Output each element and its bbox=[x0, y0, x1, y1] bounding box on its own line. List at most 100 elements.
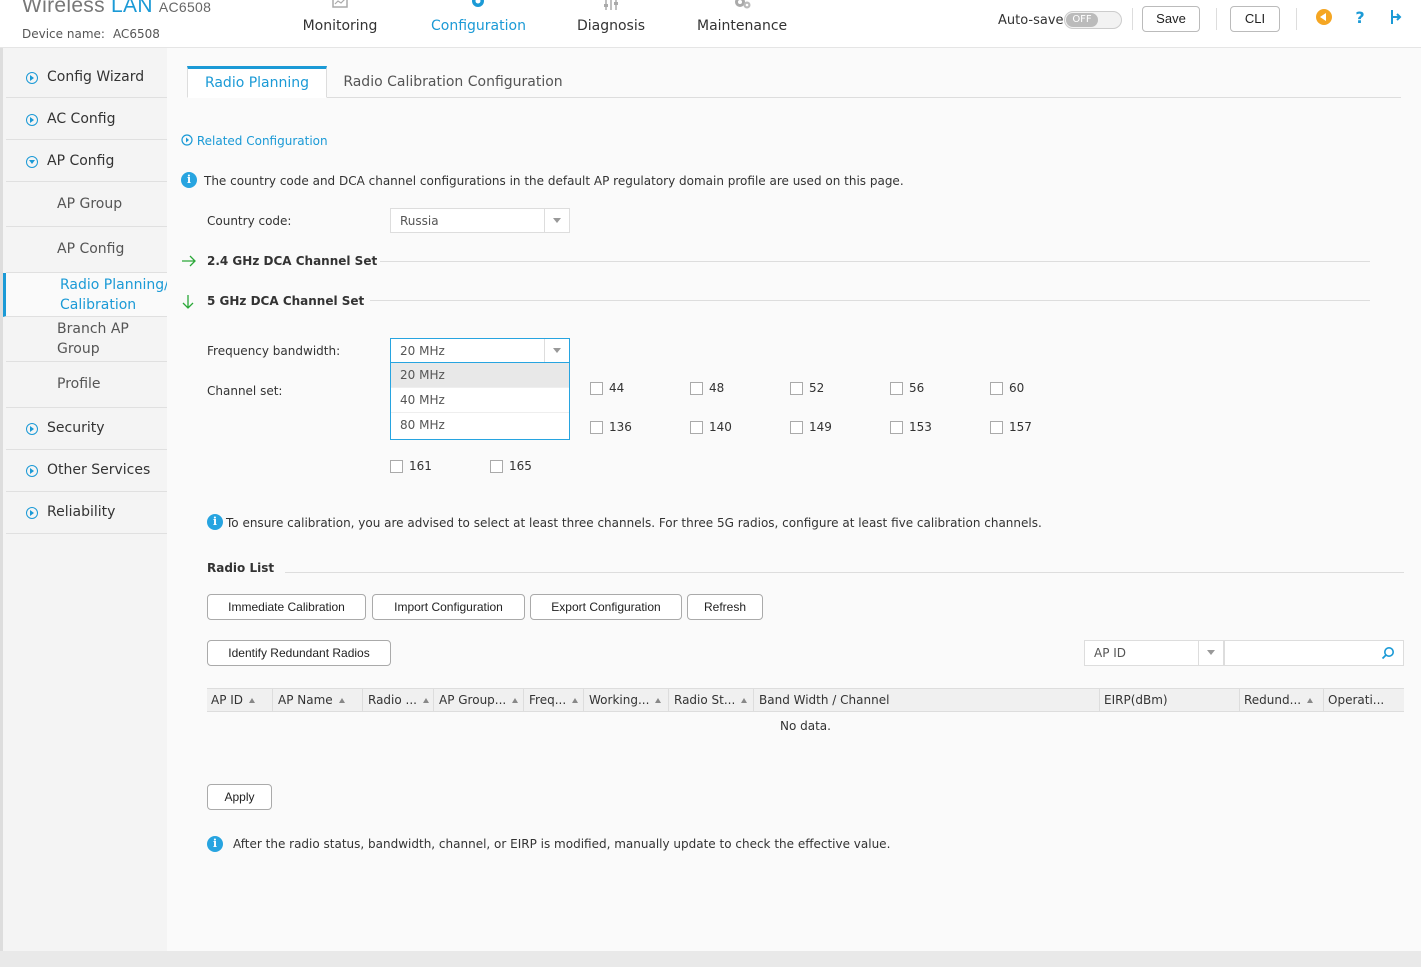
top-header: Wireless LAN AC6508 Device name: AC6508 Mo… bbox=[0, 0, 1421, 48]
save-button[interactable]: Save bbox=[1142, 6, 1200, 32]
related-configuration-link[interactable]: Related Configuration bbox=[181, 134, 328, 148]
expand-circle-icon bbox=[181, 134, 193, 146]
nav-diagnosis[interactable]: Diagnosis bbox=[575, 0, 647, 44]
sidebar-subitem-profile[interactable]: Profile bbox=[6, 362, 170, 408]
export-configuration-button[interactable]: Export Configuration bbox=[530, 594, 682, 620]
column-header[interactable]: Radio St... bbox=[670, 689, 754, 711]
expand-circle-icon bbox=[26, 465, 38, 477]
sort-icon bbox=[249, 698, 256, 703]
sidebar-subitem-branch-ap-group[interactable]: Branch AP Group bbox=[6, 317, 170, 362]
sort-icon bbox=[741, 698, 748, 703]
logout-icon[interactable] bbox=[1386, 8, 1406, 28]
column-header[interactable]: Radio ... bbox=[364, 689, 434, 711]
chevron-down-icon bbox=[544, 339, 569, 362]
collapse-circle-icon bbox=[26, 156, 38, 168]
nav-configuration[interactable]: Configuration bbox=[431, 0, 526, 44]
info-icon: i bbox=[207, 836, 223, 852]
monitor-icon bbox=[332, 0, 348, 8]
autosave-toggle[interactable]: OFF bbox=[1064, 11, 1122, 29]
column-header[interactable]: AP Name bbox=[274, 689, 363, 711]
chevron-down-icon bbox=[544, 209, 569, 232]
help-icon[interactable]: ? bbox=[1350, 8, 1370, 28]
info-icon: i bbox=[207, 514, 223, 530]
sidebar-item-config-wizard[interactable]: Config Wizard bbox=[6, 48, 170, 98]
column-header[interactable]: AP Group... bbox=[435, 689, 524, 711]
column-header[interactable]: AP ID bbox=[207, 689, 273, 711]
refresh-button[interactable]: Refresh bbox=[687, 594, 763, 620]
sidebar-item-other-services[interactable]: Other Services bbox=[6, 450, 170, 492]
sidebar-item-ap-config[interactable]: AP Config bbox=[6, 140, 170, 182]
sliders-icon bbox=[604, 0, 618, 10]
table-empty-message: No data. bbox=[780, 719, 831, 733]
frequency-bandwidth-select[interactable]: 20 MHz bbox=[390, 338, 570, 363]
bandwidth-option[interactable]: 80 MHz bbox=[391, 413, 569, 438]
arrow-down-icon[interactable] bbox=[182, 294, 194, 310]
model-name: AC6508 bbox=[158, 0, 212, 15]
sort-icon bbox=[512, 698, 519, 703]
radio-list-title: Radio List bbox=[207, 561, 275, 575]
nav-maintenance[interactable]: Maintenance bbox=[697, 0, 787, 44]
notification-icon[interactable] bbox=[1314, 8, 1334, 28]
section-divider bbox=[370, 300, 1370, 301]
main-content: Radio Planning Radio Calibration Configu… bbox=[167, 48, 1421, 951]
section-2-4ghz-dca[interactable]: 2.4 GHz DCA Channel Set bbox=[207, 254, 377, 268]
country-code-label: Country code: bbox=[207, 214, 292, 228]
sidebar-subitem-ap-group[interactable]: AP Group bbox=[6, 182, 170, 227]
device-name: Device name: AC6508 bbox=[22, 27, 160, 41]
column-header[interactable]: EIRP(dBm) bbox=[1100, 689, 1240, 711]
immediate-calibration-button[interactable]: Immediate Calibration bbox=[207, 594, 366, 620]
column-header[interactable]: Freq... bbox=[525, 689, 584, 711]
search-icon[interactable] bbox=[1381, 646, 1395, 660]
sort-icon bbox=[338, 698, 345, 703]
header-divider bbox=[1296, 8, 1297, 30]
identify-redundant-radios-button[interactable]: Identify Redundant Radios bbox=[207, 640, 391, 666]
tab-radio-calibration-configuration[interactable]: Radio Calibration Configuration bbox=[337, 66, 569, 98]
info-icon: i bbox=[181, 172, 197, 188]
sidebar-subitem-ap-config[interactable]: AP Config bbox=[6, 227, 170, 273]
apply-button[interactable]: Apply bbox=[207, 784, 272, 810]
sidebar-item-ac-config[interactable]: AC Config bbox=[6, 98, 170, 140]
cli-button[interactable]: CLI bbox=[1230, 6, 1280, 32]
header-divider bbox=[1132, 8, 1133, 30]
sort-icon bbox=[1307, 698, 1314, 703]
import-configuration-button[interactable]: Import Configuration bbox=[372, 594, 525, 620]
bottom-scrollbar[interactable] bbox=[0, 951, 1421, 967]
column-header[interactable]: Band Width / Channel bbox=[755, 689, 1100, 711]
filter-field-select[interactable]: AP ID bbox=[1084, 640, 1224, 666]
product-logo: Wireless LAN AC6508 bbox=[22, 0, 212, 17]
calibration-note: To ensure calibration, you are advised t… bbox=[226, 516, 1042, 530]
sidebar-subitem-radio-planning[interactable]: Radio Planning/ Calibration bbox=[3, 273, 170, 317]
section-5ghz-dca[interactable]: 5 GHz DCA Channel Set bbox=[207, 294, 364, 308]
expand-circle-icon bbox=[26, 114, 38, 126]
chevron-down-icon bbox=[1198, 641, 1223, 665]
header-divider bbox=[1216, 8, 1217, 30]
autosave-label: Auto-save: bbox=[998, 13, 1068, 28]
frequency-bandwidth-label: Frequency bandwidth: bbox=[207, 344, 341, 358]
country-code-select[interactable]: Russia bbox=[390, 208, 570, 233]
tab-bar: Radio Planning Radio Calibration Configu… bbox=[187, 66, 1401, 98]
radio-table-header: AP ID AP Name Radio ... AP Group... Freq… bbox=[207, 688, 1404, 712]
bandwidth-dropdown-list: 20 MHz 40 MHz 80 MHz bbox=[390, 363, 570, 440]
column-header[interactable]: Operati... bbox=[1324, 689, 1403, 711]
expand-circle-icon bbox=[26, 72, 38, 84]
column-header[interactable]: Redund... bbox=[1240, 689, 1324, 711]
section-divider bbox=[285, 572, 1404, 573]
arrow-right-icon[interactable] bbox=[181, 255, 197, 267]
channel-set-label: Channel set: bbox=[207, 384, 283, 398]
sidebar-item-reliability[interactable]: Reliability bbox=[6, 492, 170, 534]
sort-icon bbox=[655, 698, 662, 703]
sort-icon bbox=[572, 698, 579, 703]
gear-icon bbox=[472, 0, 484, 7]
column-header[interactable]: Working... bbox=[585, 689, 669, 711]
search-input[interactable] bbox=[1224, 640, 1404, 666]
bandwidth-option[interactable]: 20 MHz bbox=[391, 363, 569, 388]
bottom-note: After the radio status, bandwidth, chann… bbox=[233, 837, 891, 851]
sort-icon bbox=[422, 698, 429, 703]
nav-monitoring[interactable]: Monitoring bbox=[300, 0, 380, 44]
sidebar: Config Wizard AC Config AP Config AP Gro… bbox=[0, 48, 170, 951]
bandwidth-option[interactable]: 40 MHz bbox=[391, 388, 569, 413]
sidebar-item-security[interactable]: Security bbox=[6, 408, 170, 450]
section-divider bbox=[380, 261, 1370, 262]
tab-radio-planning[interactable]: Radio Planning bbox=[187, 66, 327, 98]
expand-circle-icon bbox=[26, 423, 38, 435]
